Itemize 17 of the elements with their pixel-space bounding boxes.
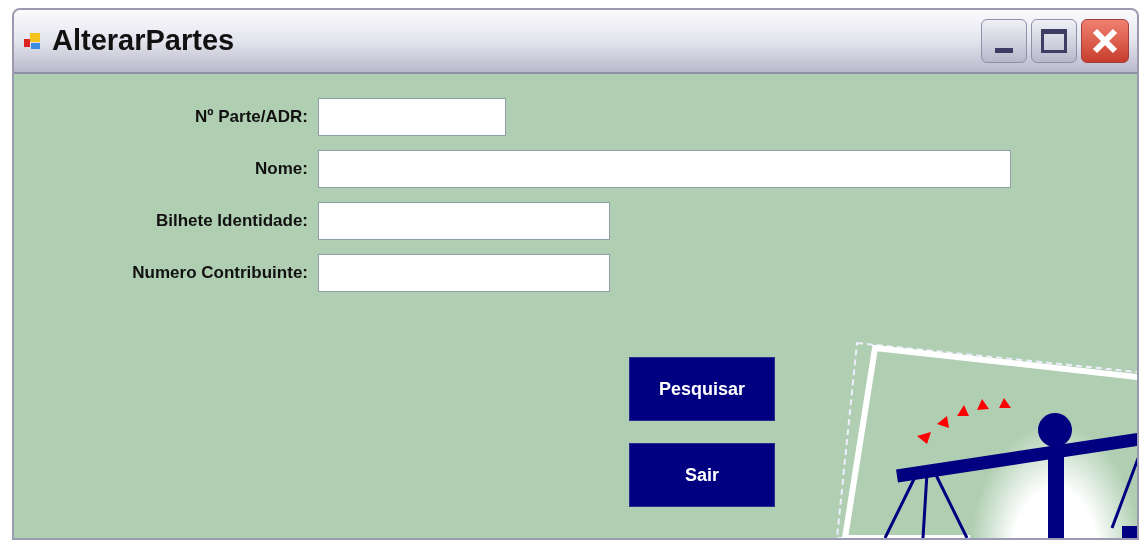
minimize-button[interactable]	[981, 19, 1027, 63]
text-field[interactable]	[318, 98, 506, 136]
action-button[interactable]: Sair	[629, 443, 775, 507]
window-title: AlterarPartes	[52, 23, 235, 59]
field-label: Nº Parte/ADR:	[194, 106, 308, 129]
field-label: Numero Contribuinte:	[131, 262, 308, 285]
close-button[interactable]	[1081, 19, 1129, 63]
minimize-icon	[995, 48, 1013, 53]
text-field[interactable]	[318, 202, 610, 240]
close-icon	[1092, 28, 1118, 54]
action-button[interactable]: Pesquisar	[629, 357, 775, 421]
text-field[interactable]	[318, 150, 1011, 188]
field-label: Nome:	[254, 158, 308, 181]
field-label: Bilhete Identidade:	[154, 210, 308, 233]
text-field[interactable]	[318, 254, 610, 292]
maximize-button[interactable]	[1031, 19, 1077, 63]
maximize-icon	[1041, 29, 1067, 53]
